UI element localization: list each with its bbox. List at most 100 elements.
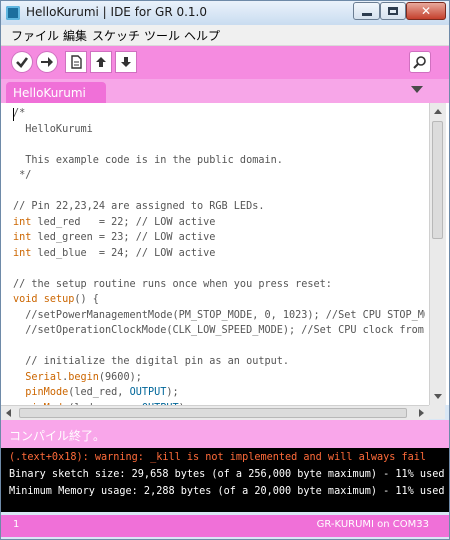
tab-strip: HelloKurumi xyxy=(1,79,449,103)
footer-bar: 1 GR-KURUMI on COM33 xyxy=(1,515,449,537)
code-token: //setPowerManagementMode(PM_STOP_MODE, 0… xyxy=(25,309,425,321)
app-icon xyxy=(6,6,20,20)
console-output: (.text+0x18): warning: _kill is not impl… xyxy=(1,448,449,512)
code-line[interactable]: // Pin 22,23,24 are assigned to RGB LEDs… xyxy=(13,199,425,215)
code-token: pinMode xyxy=(25,387,69,398)
new-button[interactable] xyxy=(66,52,86,72)
verify-icon xyxy=(16,57,29,68)
menu-sketch[interactable]: スケッチ xyxy=(92,27,140,44)
serial-monitor-icon xyxy=(413,56,426,69)
code-token: (led_red, xyxy=(68,387,130,398)
code-token: (9600); xyxy=(98,371,142,383)
code-line[interactable]: This example code is in the public domai… xyxy=(13,153,425,169)
title-bar: HelloKurumi | IDE for GR 0.1.0 ✕ xyxy=(1,1,449,25)
code-line[interactable]: HelloKurumi xyxy=(13,122,425,138)
menu-edit[interactable]: 編集 xyxy=(63,27,87,44)
minimize-button[interactable] xyxy=(353,2,380,20)
code-token: led_green = 23; xyxy=(31,232,136,243)
code-token: // the setup routine runs once when you … xyxy=(13,278,332,290)
vertical-scrollbar[interactable] xyxy=(429,103,446,405)
code-token: void xyxy=(13,294,38,305)
code-line[interactable] xyxy=(13,261,425,277)
scroll-down-icon[interactable] xyxy=(434,394,442,399)
line-number: 1 xyxy=(13,519,20,530)
serial-monitor-button[interactable] xyxy=(410,52,430,72)
close-icon: ✕ xyxy=(420,4,432,18)
code-token: // LOW active xyxy=(135,216,216,228)
toolbar xyxy=(1,46,449,79)
code-line[interactable]: void setup() { xyxy=(13,292,425,308)
menu-help[interactable]: ヘルプ xyxy=(184,27,220,44)
code-line[interactable] xyxy=(13,339,425,355)
open-button[interactable] xyxy=(91,52,111,72)
code-line[interactable]: */ xyxy=(13,168,425,184)
code-token: // initialize the digital pin as an outp… xyxy=(13,356,290,367)
minimize-icon xyxy=(362,13,372,16)
status-bar: コンパイル終了。 xyxy=(1,420,449,448)
scroll-up-icon[interactable] xyxy=(434,109,442,114)
code-text[interactable]: /* HelloKurumi This example code is in t… xyxy=(13,106,425,405)
horizontal-scroll-thumb[interactable] xyxy=(19,408,407,418)
tab-label: HelloKurumi xyxy=(13,86,86,100)
code-line[interactable]: pinMode(led_red, OUTPUT); xyxy=(13,385,425,401)
status-message: コンパイル終了。 xyxy=(9,429,106,443)
code-line[interactable] xyxy=(13,184,425,200)
code-token: led_red = 22; xyxy=(31,216,136,228)
code-line[interactable] xyxy=(13,137,425,153)
save-button[interactable] xyxy=(116,52,136,72)
upload-icon xyxy=(41,57,53,67)
code-token: // Pin 22,23,24 are assigned to RGB LEDs… xyxy=(13,201,265,212)
vertical-scroll-thumb[interactable] xyxy=(432,121,443,239)
maximize-button[interactable] xyxy=(380,2,406,20)
code-token: setup xyxy=(43,294,75,305)
ide-window: HelloKurumi | IDE for GR 0.1.0 ✕ ファイル 編集… xyxy=(0,0,450,540)
tab-hellokurumi[interactable]: HelloKurumi xyxy=(6,82,106,103)
code-token: HelloKurumi xyxy=(13,123,93,135)
code-token: */ xyxy=(13,170,32,181)
close-button[interactable]: ✕ xyxy=(406,2,446,20)
code-token: int xyxy=(13,216,32,228)
code-token: () { xyxy=(74,294,99,305)
verify-button[interactable] xyxy=(12,52,32,72)
text-caret xyxy=(13,108,14,121)
console-line: (.text+0x18): warning: _kill is not impl… xyxy=(9,452,427,463)
code-token: led_blue = 24; xyxy=(31,247,136,259)
code-line[interactable]: // the setup routine runs once when you … xyxy=(13,277,425,293)
code-token: ); xyxy=(166,387,179,398)
code-token: begin xyxy=(68,371,99,383)
code-line[interactable]: // initialize the digital pin as an outp… xyxy=(13,354,425,370)
menu-bar: ファイル 編集 スケッチ ツール ヘルプ xyxy=(1,25,449,46)
code-editor[interactable]: /* HelloKurumi This example code is in t… xyxy=(1,103,449,405)
code-line[interactable]: int led_red = 22; // LOW active xyxy=(13,215,425,231)
maximize-icon xyxy=(388,7,398,15)
scroll-right-icon[interactable] xyxy=(419,409,424,417)
code-token: // LOW active xyxy=(135,232,216,243)
tab-menu-icon[interactable] xyxy=(411,86,423,93)
open-icon xyxy=(96,57,106,67)
code-line[interactable]: //setOperationClockMode(CLK_LOW_SPEED_MO… xyxy=(13,323,425,339)
console-line: Minimum Memory usage: 2,288 bytes (of a … xyxy=(9,486,445,497)
code-token: Serial xyxy=(25,371,63,383)
code-token: int xyxy=(13,247,32,259)
upload-button[interactable] xyxy=(37,52,57,72)
code-token: This example code is in the public domai… xyxy=(13,154,283,166)
horizontal-scrollbar[interactable] xyxy=(1,405,429,420)
code-token: //setOperationClockMode(CLK_LOW_SPEED_MO… xyxy=(25,325,424,336)
code-token: /* xyxy=(13,108,26,119)
code-line[interactable]: /* xyxy=(13,106,425,122)
window-title: HelloKurumi | IDE for GR 0.1.0 xyxy=(26,5,208,19)
console-line: Binary sketch size: 29,658 bytes (of a 2… xyxy=(9,469,445,480)
code-line[interactable]: //setPowerManagementMode(PM_STOP_MODE, 0… xyxy=(13,308,425,324)
code-line[interactable]: int led_blue = 24; // LOW active xyxy=(13,246,425,262)
code-line[interactable]: Serial.begin(9600); xyxy=(13,370,425,386)
menu-tools[interactable]: ツール xyxy=(144,27,180,44)
board-port-label: GR-KURUMI on COM33 xyxy=(316,519,429,530)
save-icon xyxy=(121,57,131,67)
code-token: OUTPUT xyxy=(129,387,167,398)
code-line[interactable]: int led_green = 23; // LOW active xyxy=(13,230,425,246)
scroll-left-icon[interactable] xyxy=(6,409,11,417)
new-icon xyxy=(71,55,82,69)
menu-file[interactable]: ファイル xyxy=(11,27,59,44)
